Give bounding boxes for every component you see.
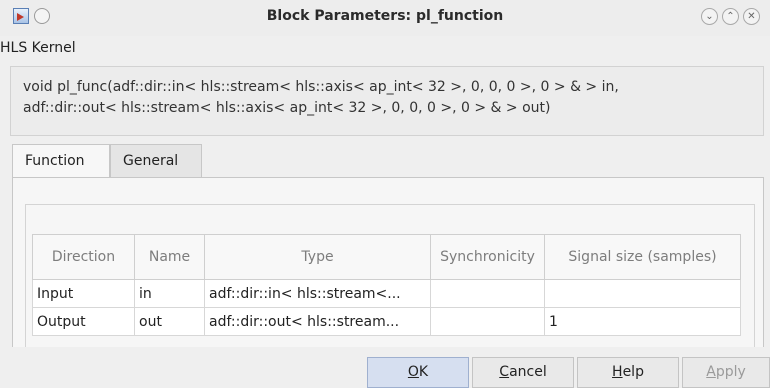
table-row[interactable]: Input in adf::dir::in< hls::stream<... [32, 279, 741, 308]
apply-button[interactable]: Apply [682, 357, 770, 388]
signature-line-2: adf::dir::out< hls::stream< hls::axis< a… [23, 100, 551, 116]
apply-label: pply [715, 364, 746, 380]
column-name[interactable]: Name [134, 234, 205, 280]
column-synchronicity[interactable]: Synchronicity [430, 234, 545, 280]
ok-label: K [418, 364, 429, 380]
close-icon[interactable]: ✕ [743, 8, 760, 25]
help-button[interactable]: Help [577, 357, 679, 388]
minimize-icon[interactable]: ⌄ [701, 8, 718, 25]
cell-synchronicity[interactable] [430, 307, 545, 336]
help-label: elp [622, 364, 644, 380]
cancel-label: ancel [509, 364, 547, 380]
column-type[interactable]: Type [204, 234, 431, 280]
table-header-row: Direction Name Type Synchronicity Signal… [32, 234, 741, 280]
cell-direction[interactable]: Output [32, 307, 135, 336]
tab-general[interactable]: General [110, 144, 202, 178]
signature-line-1: void pl_func(adf::dir::in< hls::stream< … [23, 79, 619, 95]
cancel-mnemonic: C [499, 364, 510, 380]
maximize-icon[interactable]: ⌃ [722, 8, 739, 25]
port-table: Direction Name Type Synchronicity Signal… [32, 234, 741, 336]
cell-signal-size[interactable]: 1 [544, 307, 741, 336]
cell-signal-size[interactable] [544, 279, 741, 308]
ok-button[interactable]: OK [367, 357, 469, 388]
cell-synchronicity[interactable] [430, 279, 545, 308]
apply-mnemonic: A [706, 364, 716, 380]
ok-mnemonic: O [407, 364, 419, 380]
cell-direction[interactable]: Input [32, 279, 135, 308]
cell-name[interactable]: out [134, 307, 205, 336]
cell-type[interactable]: adf::dir::out< hls::stream... [204, 307, 431, 336]
title-bar: Block Parameters: pl_function ⌄ ⌃ ✕ [0, 0, 770, 36]
help-mnemonic: H [612, 364, 623, 380]
cell-type[interactable]: adf::dir::in< hls::stream<... [204, 279, 431, 308]
cancel-button[interactable]: Cancel [472, 357, 574, 388]
section-label: HLS Kernel [0, 40, 76, 56]
table-row[interactable]: Output out adf::dir::out< hls::stream...… [32, 307, 741, 336]
column-signal-size[interactable]: Signal size (samples) [544, 234, 741, 280]
window-title: Block Parameters: pl_function [266, 8, 504, 24]
column-direction[interactable]: Direction [32, 234, 135, 280]
function-signature: void pl_func(adf::dir::in< hls::stream< … [10, 66, 764, 136]
cell-name[interactable]: in [134, 279, 205, 308]
tab-function[interactable]: Function [12, 144, 110, 179]
